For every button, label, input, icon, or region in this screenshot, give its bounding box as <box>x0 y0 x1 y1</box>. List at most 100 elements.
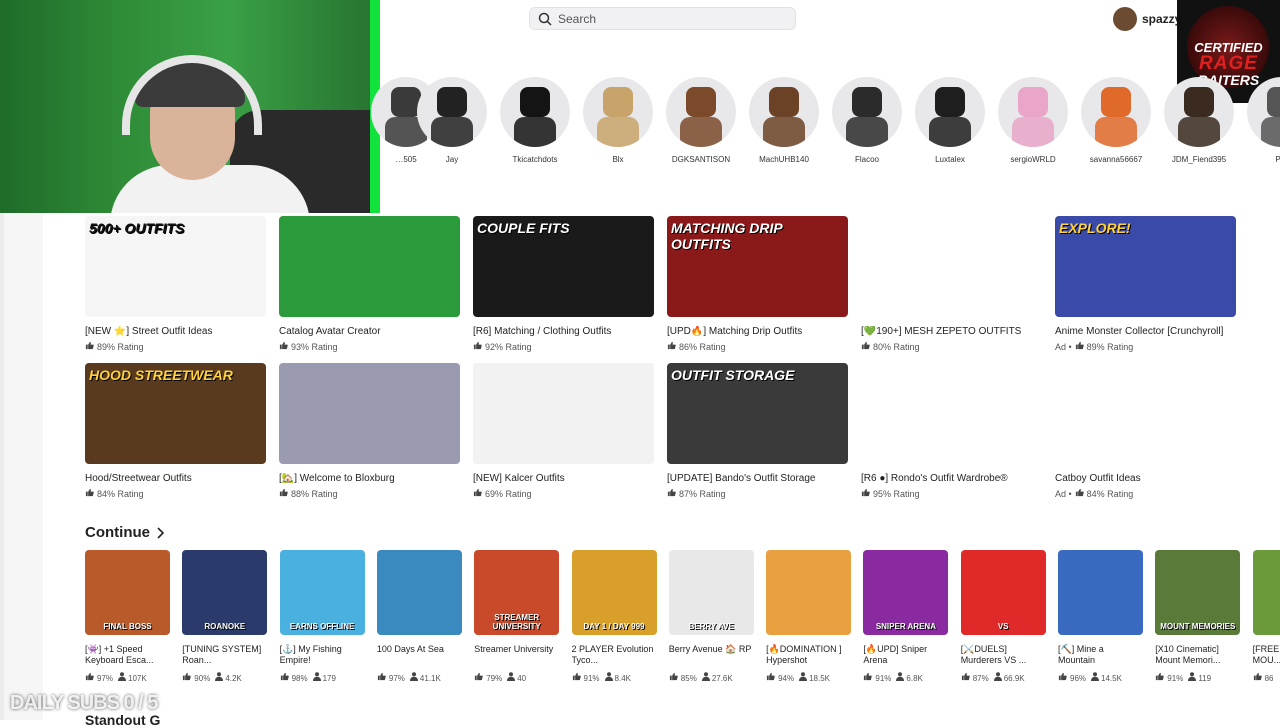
friend-item[interactable]: Luxtalex <box>914 77 986 164</box>
friend-item[interactable]: MachUHB140 <box>748 77 820 164</box>
game-players: 40 <box>517 674 527 683</box>
thumbs-up-icon <box>1075 341 1087 352</box>
experience-rating: 84% Rating <box>85 488 266 499</box>
experience-tile[interactable]: Catboy Outfit Ideas Ad • 84% Rating <box>1055 363 1236 499</box>
friend-item[interactable]: Tkicatchdots <box>499 77 571 164</box>
game-tile[interactable]: [⛏️] Mine a Mountain 96% 14.5K <box>1058 550 1143 683</box>
game-stats: 85% 27.6K <box>669 672 754 683</box>
search-input[interactable]: Search <box>529 7 796 30</box>
friend-item[interactable]: sergioWRLD <box>997 77 1069 164</box>
rating-value: 95% Rating <box>873 488 920 499</box>
thumbnail-caption: 500+ OUTFITS <box>89 220 185 236</box>
experience-tile[interactable]: [NEW] Kalcer Outfits 69% Rating <box>473 363 654 499</box>
friend-name: Jay <box>445 155 459 164</box>
next-section-heading[interactable]: Standout G <box>85 712 160 728</box>
friend-avatar-body <box>846 117 888 147</box>
rating-value: 93% Rating <box>291 341 338 352</box>
game-stats: 94% 18.5K <box>766 672 851 683</box>
friend-item[interactable]: Psy <box>1246 77 1280 164</box>
thumbs-up-icon <box>669 672 681 683</box>
experience-tile[interactable]: HOOD STREETWEAR Hood/Streetwear Outfits 84… <box>85 363 266 499</box>
thumbs-up-icon <box>861 488 873 499</box>
game-stats: 91% 119 <box>1155 672 1240 683</box>
game-rating: 90% <box>194 674 211 683</box>
game-tile[interactable]: MOUNT MEMORIES [X10 Cinematic] Mount Memo… <box>1155 550 1241 683</box>
experience-tile[interactable]: [💚190+] MESH ZEPETO OUTFITS 80% Rating <box>861 216 1042 352</box>
experience-thumbnail <box>1055 363 1236 464</box>
game-rating: 87% <box>972 674 989 683</box>
game-tile[interactable]: [FREE MOU... 86 <box>1252 550 1280 683</box>
experience-rating: 69% Rating <box>473 488 654 499</box>
experience-title: [🏡] Welcome to Bloxburg <box>279 473 395 484</box>
friend-name: Psy <box>1275 155 1280 164</box>
experience-title: [UPDATE] Bando's Outfit Storage <box>667 473 816 484</box>
game-thumbnail <box>376 550 462 635</box>
experience-title: Anime Monster Collector [Crunchyroll] <box>1055 326 1224 337</box>
friend-avatar <box>583 77 653 147</box>
game-thumbnail-label: DAY 1 / DAY 999 <box>583 622 645 631</box>
game-tile[interactable]: 100 Days At Sea 97% 41.1K <box>376 550 462 683</box>
friend-avatar-body <box>680 117 722 147</box>
experience-rating: 93% Rating <box>279 341 460 352</box>
thumbs-up-icon <box>1253 672 1265 683</box>
friend-avatar <box>749 77 819 147</box>
experience-rating: 95% Rating <box>861 488 1042 499</box>
friend-name: JDM_Fiend395 <box>1171 155 1227 164</box>
game-tile[interactable]: FINAL BOSS [👾] +1 Speed Keyboard Esca... 9… <box>85 550 170 683</box>
game-rating: 98% <box>291 674 308 683</box>
thumbs-up-icon <box>863 672 875 683</box>
experience-tile[interactable]: Catalog Avatar Creator 93% Rating <box>279 216 460 352</box>
experience-tile[interactable]: 500+ OUTFITS [NEW ⭐] Street Outfit Ideas 8… <box>85 216 266 352</box>
experience-thumbnail <box>861 363 1042 464</box>
game-tile[interactable]: DAY 1 / DAY 999 2 PLAYER Evolution Tyco..… <box>571 550 657 683</box>
game-stats: 98% 179 <box>280 672 365 683</box>
game-thumbnail: DAY 1 / DAY 999 <box>571 550 657 635</box>
game-stats: 79% 40 <box>474 672 559 683</box>
experience-title: Catalog Avatar Creator <box>279 326 381 337</box>
rating-value: 87% Rating <box>679 488 726 499</box>
game-tile[interactable]: [🔥DOMINATION ] Hypershot 94% 18.5K <box>766 550 852 683</box>
thumbs-up-icon <box>1058 672 1070 683</box>
experience-thumbnail: HOOD STREETWEAR <box>85 363 266 464</box>
experience-thumbnail <box>279 216 460 317</box>
game-title: 2 PLAYER Evolution Tyco... <box>571 644 654 665</box>
friend-item[interactable]: Jay <box>416 77 488 164</box>
experience-thumbnail <box>861 216 1042 317</box>
experience-title: [NEW ⭐] Street Outfit Ideas <box>85 326 213 337</box>
friend-item[interactable]: Flacoo <box>831 77 903 164</box>
players-icon <box>405 672 420 683</box>
game-tile[interactable]: EARNS OFFLINE [⚓] My Fishing Empire! 98% 17… <box>279 550 365 683</box>
game-tile[interactable]: BERRY AVE Berry Avenue 🏠 RP 85% 27.6K <box>668 550 754 683</box>
experience-tile[interactable]: [R6 ●] Rondo's Outfit Wardrobe® 95% Ratin… <box>861 363 1042 499</box>
game-thumbnail <box>766 550 852 635</box>
friend-item[interactable]: DGKSANTISON <box>665 77 737 164</box>
game-title: [🔥UPD] Sniper Arena <box>863 644 928 665</box>
avatar[interactable] <box>1113 7 1137 31</box>
experience-tile[interactable]: MATCHING DRIP OUTFITS [UPD🔥] Matching Dri… <box>667 216 848 352</box>
friend-avatar-head <box>437 87 467 117</box>
experience-tile[interactable]: OUTFIT STORAGE [UPDATE] Bando's Outfit St… <box>667 363 848 499</box>
players-icon <box>697 672 712 683</box>
game-stats: 86 <box>1253 672 1280 683</box>
friend-item[interactable]: JDM_Fiend395 <box>1163 77 1235 164</box>
game-tile[interactable]: SNIPER ARENA [🔥UPD] Sniper Arena 91% 6.8K <box>863 550 949 683</box>
continue-heading[interactable]: Continue <box>85 524 164 541</box>
game-title: [👾] +1 Speed Keyboard Esca... <box>85 644 154 665</box>
rating-value: 69% Rating <box>485 488 532 499</box>
game-tile[interactable]: ROANOKE [TUNING SYSTEM] Roan... 90% 4.2K <box>182 550 268 683</box>
game-tile[interactable]: STREAMER UNIVERSITY Streamer University 79… <box>474 550 560 683</box>
username[interactable]: spazzy <box>1142 12 1181 26</box>
ad-label: Ad • <box>1055 488 1072 499</box>
rating-value: 86% Rating <box>679 341 726 352</box>
experience-tile[interactable]: EXPLORE! Anime Monster Collector [Crunchy… <box>1055 216 1236 352</box>
game-title: [⛏️] Mine a Mountain <box>1058 644 1104 665</box>
game-title: [⚔️DUELS] Murderers VS ... <box>960 644 1027 665</box>
thumbs-up-icon <box>961 672 973 683</box>
experience-tile[interactable]: [🏡] Welcome to Bloxburg 88% Rating <box>279 363 460 499</box>
friend-item[interactable]: Blx <box>582 77 654 164</box>
thumbs-up-icon <box>85 341 97 352</box>
experience-tile[interactable]: COUPLE FITS [R6] Matching / Clothing Outf… <box>473 216 654 352</box>
continue-label: Continue <box>85 524 150 541</box>
friend-item[interactable]: savanna56667 <box>1080 77 1152 164</box>
game-tile[interactable]: VS [⚔️DUELS] Murderers VS ... 87% 66.9K <box>960 550 1046 683</box>
